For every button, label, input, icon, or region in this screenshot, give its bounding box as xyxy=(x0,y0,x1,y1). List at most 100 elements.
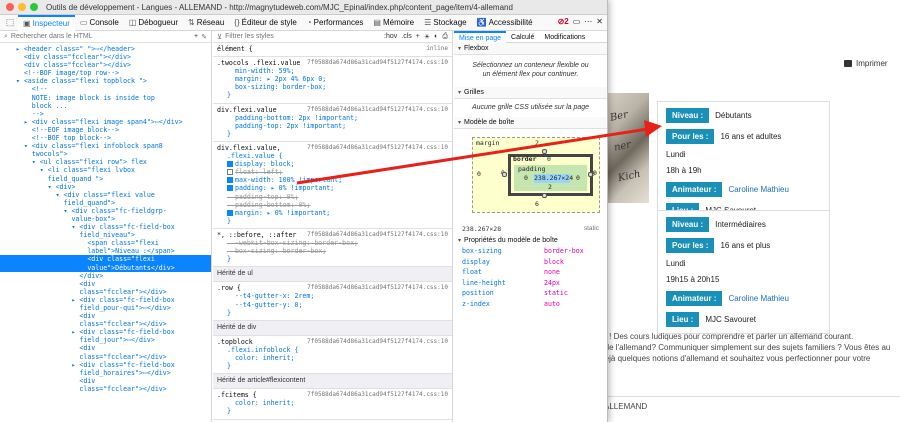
tree-node[interactable]: ▾ <ul class="flexi row"> flex xyxy=(0,158,211,166)
styles-filter-bar[interactable]: ⊻ Filtrer les styles :hov .cls + ☀ ◐ ⎙ xyxy=(213,31,452,43)
css-declaration[interactable]: } xyxy=(217,130,448,138)
css-declaration[interactable]: padding: ▸ 0% !important; xyxy=(217,184,448,192)
tree-node[interactable]: <span class="flexi xyxy=(0,239,211,247)
tree-node[interactable]: ▸ <div class="fc-field-box xyxy=(0,296,211,304)
box-model-border[interactable]: border 0 0 0 0 padding 2 2 0 0 238.267×2… xyxy=(501,154,597,196)
tree-node[interactable]: <!-- xyxy=(0,85,211,93)
tree-node[interactable]: <div class="fcclear"></div> xyxy=(0,53,211,61)
html-tree[interactable]: ▸ <header class=" ">⋯</header> <div clas… xyxy=(0,43,211,393)
css-declaration[interactable]: --t4-gutter-x: 2rem; xyxy=(217,292,448,300)
pick-element-icon[interactable]: ⬚ xyxy=(4,17,16,29)
resize-handle[interactable] xyxy=(502,172,507,177)
animateur-link[interactable]: Caroline Mathieu xyxy=(728,185,788,194)
tree-node[interactable]: block ... xyxy=(0,102,211,110)
animateur-link[interactable]: Caroline Mathieu xyxy=(728,294,788,303)
tree-node[interactable]: <!--BOF top block--> xyxy=(0,134,211,142)
tree-node[interactable]: </div> xyxy=(0,272,211,280)
css-declaration[interactable]: .flexi.value { xyxy=(217,152,448,160)
box-model-diagram[interactable]: margin 2 6 0 0 border 0 0 0 0 padding 2 … xyxy=(454,129,607,239)
tab-mise-en-page[interactable]: Mise en page xyxy=(454,31,507,43)
tree-node[interactable]: <!--BOF image/top row--> xyxy=(0,69,211,77)
declaration-checkbox[interactable] xyxy=(227,161,233,168)
boxmodel-section-header[interactable]: ▾ Modèle de boîte xyxy=(454,117,607,129)
more-options-icon[interactable]: ⋯ xyxy=(584,17,592,26)
css-rule[interactable]: .fcitems {7f0588da674d86a31cad94f5127f41… xyxy=(213,389,452,420)
tree-node[interactable]: value-box"> xyxy=(0,215,211,223)
css-declaration[interactable]: padding-top: 2px !important; xyxy=(217,122,448,130)
grid-section-header[interactable]: ▾ Grilles xyxy=(454,87,607,99)
tree-node[interactable]: ▸ <header class=" ">⋯</header> xyxy=(0,45,211,53)
tree-node[interactable]: NOTE: image block is inside top xyxy=(0,94,211,102)
rule-source-link[interactable]: 7f0588da674d86a31cad94f5127f4174.css:10 xyxy=(307,391,448,399)
cls-toggle[interactable]: .cls xyxy=(401,33,412,41)
html-search-input[interactable]: Rechercher dans le HTML xyxy=(11,33,93,40)
resize-handle[interactable] xyxy=(542,193,547,198)
tab-debogueur[interactable]: ◫ Débogueur xyxy=(124,15,183,31)
rule-source-link[interactable]: 7f0588da674d86a31cad94f5127f4174.css:10 xyxy=(307,59,448,67)
tree-node[interactable]: twocols"> xyxy=(0,150,211,158)
tree-node[interactable]: value">Débutants</div> xyxy=(0,263,211,272)
declaration-checkbox[interactable] xyxy=(227,209,233,216)
css-declaration[interactable]: color: inherit; xyxy=(217,399,448,407)
html-search-bar[interactable]: ⌕ Rechercher dans le HTML + ✎ xyxy=(0,31,211,43)
tree-node[interactable]: <div xyxy=(0,377,211,385)
add-rule-icon[interactable]: + xyxy=(416,33,420,41)
tree-node[interactable]: ▸ <div class="fc-field-box xyxy=(0,328,211,336)
tree-node[interactable]: --> xyxy=(0,110,211,118)
css-declaration[interactable]: -webkit-box-sizing: border-box; xyxy=(217,239,448,247)
css-declaration[interactable]: --t4-gutter-y: 0; xyxy=(217,301,448,309)
resize-handle[interactable] xyxy=(542,149,547,154)
box-property-row[interactable]: box-sizing border-box xyxy=(462,246,599,257)
resize-handle[interactable] xyxy=(588,172,593,177)
tree-node[interactable]: <!--EOF image block--> xyxy=(0,126,211,134)
box-property-row[interactable]: position static xyxy=(462,288,599,299)
error-count-badge[interactable]: ⊘2 xyxy=(558,17,569,26)
tree-node[interactable]: field_quand"> xyxy=(0,199,211,207)
tab-inspecteur[interactable]: ▣ Inspecteur xyxy=(18,14,75,31)
box-model-margin[interactable]: margin 2 6 0 0 border 0 0 0 0 padding 2 … xyxy=(472,137,600,213)
css-declaration[interactable]: } xyxy=(217,362,448,370)
css-rule[interactable]: .topblock 7f0588da674d86a31cad94f5127f417… xyxy=(213,336,452,375)
eyedropper-icon[interactable]: ✎ xyxy=(201,33,207,41)
rule-source-link[interactable]: 7f0588da674d86a31cad94f5127f4174.css:10 xyxy=(307,231,448,239)
css-declaration[interactable]: float: left; xyxy=(217,168,448,176)
css-declaration[interactable]: color: inherit; xyxy=(217,354,448,362)
minimize-window-button[interactable] xyxy=(18,3,26,11)
tree-node[interactable]: ▾ <li class="flexi lvbox xyxy=(0,166,211,174)
css-declaration[interactable]: max-width: 100% !important; xyxy=(217,176,448,184)
tree-node[interactable]: <div xyxy=(0,312,211,320)
declaration-checkbox[interactable] xyxy=(227,185,233,192)
tree-node[interactable]: class="fcclear"></div> xyxy=(0,353,211,361)
tree-node[interactable]: field_horaires">⋯</div> xyxy=(0,369,211,377)
css-declaration[interactable]: } xyxy=(217,91,448,99)
tab-performances[interactable]: ◔ Performances xyxy=(302,15,369,31)
box-property-row[interactable]: display block xyxy=(462,257,599,268)
css-declaration[interactable]: .flexi.infoblock { xyxy=(217,346,448,354)
add-node-icon[interactable]: + xyxy=(194,33,198,40)
rule-source-link[interactable]: 7f0588da674d86a31cad94f5127f4174.css:10 xyxy=(307,106,448,114)
dock-icon[interactable]: ▭ xyxy=(573,17,581,26)
tree-node[interactable]: ▾ <div> xyxy=(0,183,211,191)
tree-node[interactable]: ▾ <aside class="flexi topblock "> xyxy=(0,77,211,85)
tree-node[interactable]: field_niveau"> xyxy=(0,231,211,239)
box-property-row[interactable]: line-height 24px xyxy=(462,278,599,289)
light-mode-icon[interactable]: ☀ xyxy=(424,33,430,41)
tree-node[interactable]: ▾ <div class="flexi infoblock span8 xyxy=(0,142,211,150)
hov-toggle[interactable]: :hov xyxy=(384,33,397,41)
rule-source-link[interactable]: 7f0588da674d86a31cad94f5127f4174.css:10 xyxy=(307,338,448,346)
tree-node[interactable]: class="fcclear"></div> xyxy=(0,288,211,296)
tab-console[interactable]: ▭ Console xyxy=(75,15,124,31)
css-rule[interactable]: div.flexi.value, 7f0588da674d86a31cad94f5… xyxy=(213,142,452,229)
close-icon[interactable]: ✕ xyxy=(596,17,603,26)
tree-node[interactable]: <div class="fcclear"></div> xyxy=(0,61,211,69)
tree-node[interactable]: class="fcclear"></div> xyxy=(0,320,211,328)
declaration-checkbox[interactable] xyxy=(227,169,233,176)
tab-reseau[interactable]: ⇅ Réseau xyxy=(183,15,229,31)
tree-node[interactable]: <div xyxy=(0,280,211,288)
styles-filter-input[interactable]: Filtrer les styles xyxy=(225,33,274,40)
tree-node[interactable]: field_jour">⋯</div> xyxy=(0,336,211,344)
tab-accessibilite[interactable]: ♿ Accessibilité xyxy=(472,15,538,31)
element-rule[interactable]: élément {inline xyxy=(213,43,452,58)
tree-node[interactable]: ▸ <div class="fc-field-box xyxy=(0,361,211,369)
box-model-content[interactable]: 238.267×24 xyxy=(534,174,573,183)
